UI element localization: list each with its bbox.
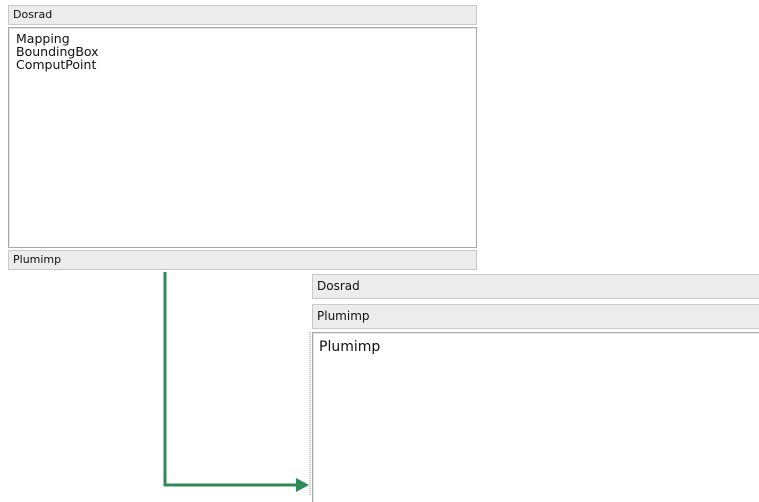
panel-splitter-edge	[309, 332, 311, 495]
connector-line	[163, 272, 299, 487]
list-item-plumimp[interactable]: Plumimp	[319, 339, 759, 355]
plumimp-section-header-expanded[interactable]: Plumimp	[312, 304, 759, 329]
plumimp-item-list[interactable]: Plumimp	[312, 332, 759, 502]
arrow-right-icon	[296, 478, 309, 492]
dosrad-section-header-collapsed[interactable]: Dosrad	[312, 274, 759, 299]
